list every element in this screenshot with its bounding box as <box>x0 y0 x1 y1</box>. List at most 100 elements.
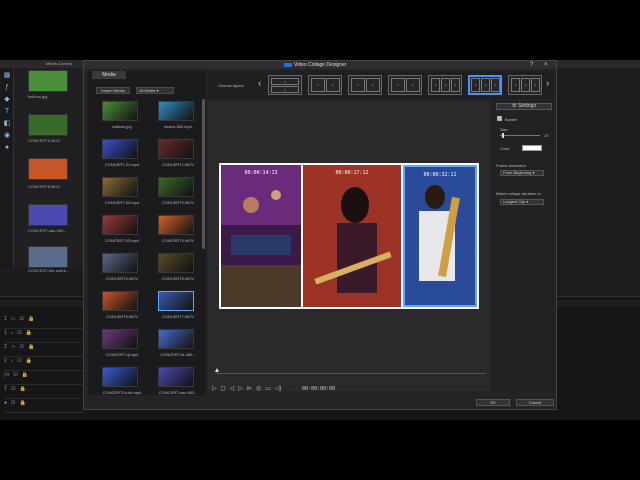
layout-option-7[interactable]: 123 <box>508 75 542 95</box>
checkbox-icon[interactable]: ☑ <box>17 330 21 336</box>
lock-icon[interactable]: 🔒 <box>26 330 32 336</box>
media-thumbnail[interactable] <box>158 101 194 121</box>
checkbox-icon[interactable]: ☑ <box>17 358 21 364</box>
border-checkbox[interactable]: ✓ <box>497 116 502 121</box>
close-icon[interactable]: × <box>544 62 548 68</box>
fx-room-icon[interactable]: ƒ <box>3 84 11 92</box>
collage-slot-1[interactable]: 00:00:14:13 <box>221 165 301 307</box>
transition-room-icon[interactable]: ◧ <box>3 120 11 128</box>
border-size-slider[interactable] <box>500 135 540 136</box>
stop-icon[interactable]: ◻ <box>221 386 226 392</box>
media-thumbnail[interactable] <box>158 367 194 387</box>
media-thumbnail[interactable] <box>158 177 194 197</box>
media-thumbnail-label: CONCERT-hi-hd.mp4 <box>102 390 142 395</box>
media-thumbnail-label: CONCERT4.MOV <box>105 276 139 281</box>
audio-mixing-icon[interactable]: ◉ <box>3 132 11 140</box>
previous-frame-icon[interactable]: ◁ <box>230 386 235 392</box>
layout-option-3[interactable]: 12 <box>348 75 382 95</box>
fast-forward-icon[interactable]: ⊳ <box>247 386 252 392</box>
layout-cell: 1 <box>431 78 440 92</box>
next-frame-icon[interactable]: ▷ <box>238 386 243 392</box>
media-thumbnail[interactable] <box>158 215 194 235</box>
layout-option-2[interactable]: 12 <box>308 75 342 95</box>
snapshot-icon[interactable]: ◎ <box>256 386 261 392</box>
checkbox-icon[interactable]: ☑ <box>11 400 15 406</box>
lock-icon[interactable]: 🔒 <box>22 372 28 378</box>
media-thumbnail[interactable] <box>102 367 138 387</box>
media-thumbnail[interactable] <box>102 329 138 349</box>
play-icon[interactable]: ▷ <box>212 386 217 392</box>
lock-icon[interactable]: 🔒 <box>28 344 34 350</box>
timeline-track[interactable]: T ☑ 🔒 <box>4 386 84 399</box>
lock-icon[interactable]: 🔒 <box>20 400 26 406</box>
lock-icon[interactable]: 🔒 <box>28 316 34 322</box>
timeline-track[interactable]: 1 ▭ ☑ 🔒 <box>4 316 84 329</box>
media-thumbnail[interactable] <box>158 291 194 311</box>
layout-cell: 1 <box>351 78 365 92</box>
checkbox-icon[interactable]: ☑ <box>13 372 17 378</box>
media-thumbnail[interactable] <box>158 139 194 159</box>
layout-cell: 3 <box>491 78 500 92</box>
media-thumbnail[interactable] <box>102 177 138 197</box>
checkbox-icon[interactable]: ☑ <box>20 344 24 350</box>
layout-option-5[interactable]: 123 <box>428 75 462 95</box>
import-media-button[interactable]: Import Media <box>96 87 130 94</box>
border-size-slider-knob[interactable] <box>502 133 504 138</box>
frame-animation-dropdown[interactable]: From Beginning ▾ <box>500 170 544 176</box>
volume-icon[interactable]: ◁) <box>275 386 282 392</box>
library-thumb[interactable] <box>28 158 68 180</box>
media-thumbnail-label: CONCERT3.MOV <box>161 238 195 243</box>
library-thumb[interactable] <box>28 114 68 136</box>
help-icon[interactable]: ? <box>530 62 533 68</box>
media-thumbnail[interactable] <box>102 215 138 235</box>
media-room-icon[interactable]: ▦ <box>3 72 11 80</box>
pip-room-icon[interactable]: ◆ <box>3 96 11 104</box>
media-thumbnail[interactable] <box>102 101 138 121</box>
media-thumbnail-label: balloon.jpg <box>112 124 132 129</box>
library-thumb[interactable] <box>28 204 68 226</box>
loop-icon[interactable]: ▭ <box>265 386 271 392</box>
media-filter-dropdown[interactable]: All Media ▾ <box>136 87 174 94</box>
checkbox-icon[interactable]: ☑ <box>11 386 15 392</box>
ok-button[interactable]: OK <box>476 399 510 406</box>
voice-over-icon[interactable]: ● <box>3 144 11 152</box>
media-thumbnail[interactable] <box>102 253 138 273</box>
size-value: 10 <box>544 133 549 138</box>
media-thumbnail[interactable] <box>158 253 194 273</box>
lock-icon[interactable]: 🔒 <box>26 358 32 364</box>
settings-button[interactable]: ⚙ Settings <box>496 103 552 110</box>
checkbox-icon[interactable]: ☑ <box>20 316 24 322</box>
collage-slot-2[interactable]: 00:00:17:12 <box>303 165 401 307</box>
layout-option-1[interactable]: 12 <box>268 75 302 95</box>
collage-slot-3[interactable]: 00:00:32:11 <box>403 165 477 307</box>
layout-option-6[interactable]: 123 <box>468 75 502 95</box>
library-thumb[interactable] <box>28 70 68 92</box>
choose-layout-label: Choose layout <box>218 83 244 88</box>
lock-icon[interactable]: 🔒 <box>20 386 26 392</box>
preview-scrubber[interactable] <box>216 373 486 374</box>
dialog-titlebar[interactable]: Video Collage Designer ? × <box>84 61 556 69</box>
layout-option-4[interactable]: 12 <box>388 75 422 95</box>
cancel-button[interactable]: Cancel <box>516 399 554 406</box>
border-color-swatch[interactable] <box>522 145 542 151</box>
media-thumbnail[interactable] <box>102 291 138 311</box>
media-panel: Media Import Media All Media ▾ balloon.j… <box>88 71 206 395</box>
layout-next-arrow-icon[interactable]: › <box>546 78 549 89</box>
layout-prev-arrow-icon[interactable]: ‹ <box>258 78 261 89</box>
track-number: 2 <box>4 344 7 350</box>
media-scrollbar[interactable] <box>202 99 205 249</box>
title-room-icon[interactable]: T <box>3 108 11 116</box>
tab-media[interactable]: Media <box>92 71 126 79</box>
timeline-track[interactable]: 2 ♪ ☑ 🔒 <box>4 358 84 371</box>
timeline-track[interactable]: 2 ▭ ☑ 🔒 <box>4 344 84 357</box>
media-thumbnail[interactable] <box>102 139 138 159</box>
layout-cell: 1 <box>311 78 325 92</box>
match-duration-dropdown[interactable]: Longest Clip ▾ <box>500 199 544 205</box>
timeline-track[interactable]: ƒx ☑ 🔒 <box>4 372 84 385</box>
media-thumbnail[interactable] <box>158 329 194 349</box>
timeline-track[interactable]: 1 ♪ ☑ 🔒 <box>4 330 84 343</box>
fx-icon: ƒx <box>4 372 10 378</box>
scrubber-knob[interactable] <box>215 368 219 372</box>
library-thumb[interactable] <box>28 246 68 268</box>
timeline-track[interactable]: ● ☑ 🔒 <box>4 400 84 413</box>
